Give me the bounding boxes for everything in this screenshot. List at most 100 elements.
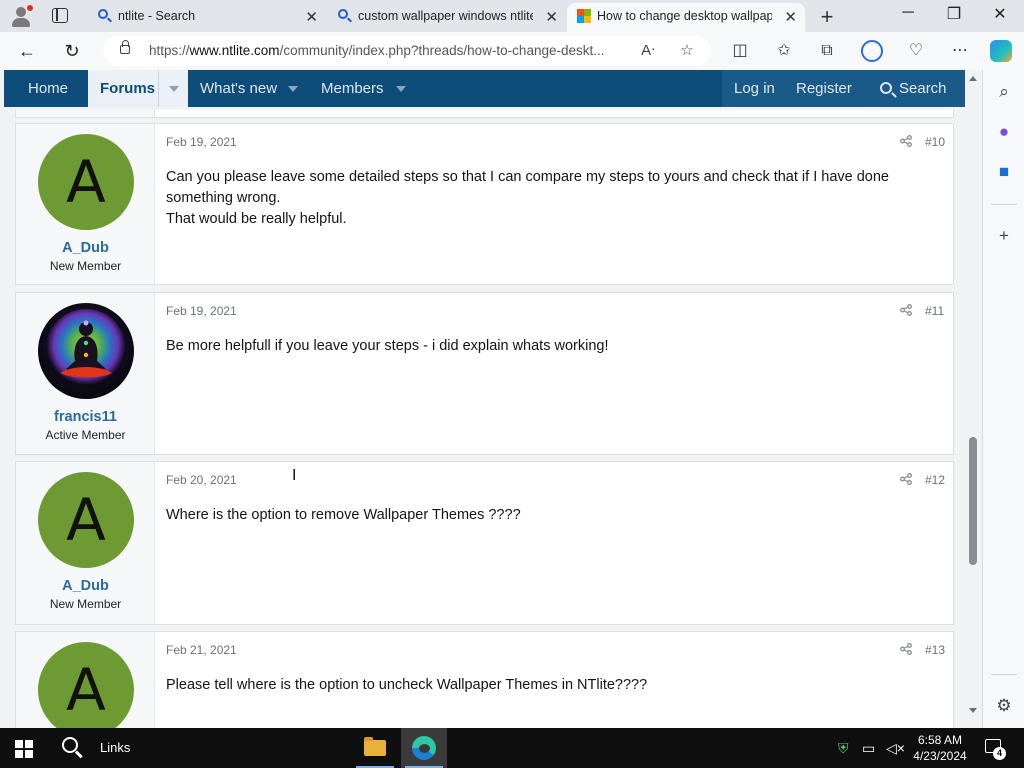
nav-whats-new[interactable]: What's new bbox=[200, 80, 277, 97]
close-window-button[interactable]: ✕ bbox=[990, 4, 1010, 24]
forums-dropdown-toggle[interactable] bbox=[158, 70, 188, 107]
tab-custom-wallpaper[interactable]: custom wallpaper windows ntlite ✕ bbox=[328, 3, 566, 32]
avatar[interactable]: A bbox=[38, 642, 134, 728]
favorite-star-icon[interactable]: ☆ bbox=[677, 41, 697, 61]
back-button[interactable]: ← bbox=[16, 40, 38, 62]
nav-user-area: Log in Register Search bbox=[722, 70, 965, 107]
restore-button[interactable]: ❐ bbox=[944, 4, 964, 24]
collections-icon[interactable]: ⧉ bbox=[816, 40, 838, 62]
download-icon[interactable] bbox=[861, 40, 883, 62]
page-scrollbar[interactable] bbox=[965, 70, 982, 728]
post-user-title: Active Member bbox=[45, 428, 126, 442]
previous-post-edge bbox=[15, 110, 954, 118]
post-11: francis11 Active Member Feb 19, 2021 #11… bbox=[15, 292, 954, 455]
post-user-title: New Member bbox=[49, 259, 122, 273]
lock-icon[interactable] bbox=[120, 40, 130, 54]
split-screen-icon[interactable]: ◫ bbox=[729, 40, 751, 62]
post-date[interactable]: Feb 20, 2021 bbox=[166, 473, 237, 487]
post-body: Where is the option to remove Wallpaper … bbox=[166, 507, 521, 523]
browser-toolbar: ← ↻ https://www.ntlite.com/community/ind… bbox=[0, 32, 1024, 70]
post-username[interactable]: A_Dub bbox=[16, 240, 155, 256]
links-toolbar[interactable]: Links bbox=[100, 740, 130, 755]
volume-muted-icon[interactable]: ◁× bbox=[886, 740, 905, 757]
share-icon[interactable] bbox=[900, 304, 912, 316]
windows-taskbar: Links ⛨ ▭ ◁× 6:58 AM 4/23/2024 4 bbox=[0, 728, 1024, 768]
system-clock[interactable]: 6:58 AM 4/23/2024 bbox=[908, 732, 972, 764]
tab-ntlite-search[interactable]: ntlite - Search ✕ bbox=[88, 3, 326, 32]
post-username[interactable]: francis11 bbox=[16, 409, 155, 425]
refresh-button[interactable]: ↻ bbox=[61, 40, 83, 62]
close-tab-icon[interactable]: ✕ bbox=[545, 8, 558, 26]
tab-actions-icon[interactable] bbox=[52, 8, 68, 23]
avatar[interactable] bbox=[38, 303, 134, 399]
more-menu-icon[interactable]: ⋯ bbox=[949, 40, 971, 62]
post-date[interactable]: Feb 19, 2021 bbox=[166, 135, 237, 149]
post-user-pane: A bbox=[16, 632, 155, 728]
post-number[interactable]: #11 bbox=[925, 304, 944, 318]
minimize-button[interactable]: ─ bbox=[898, 4, 918, 22]
performance-icon[interactable]: ♡ bbox=[905, 40, 927, 62]
copilot-icon[interactable] bbox=[990, 40, 1012, 62]
chevron-down-icon bbox=[169, 86, 179, 92]
post-body: Please tell where is the option to unche… bbox=[166, 677, 648, 693]
login-link[interactable]: Log in bbox=[734, 80, 775, 97]
chevron-down-icon[interactable] bbox=[288, 86, 298, 92]
post-body: Be more helpfull if you leave your steps… bbox=[166, 338, 609, 354]
nav-forums[interactable]: Forums bbox=[88, 70, 188, 107]
text-cursor: I bbox=[292, 467, 297, 484]
search-icon bbox=[98, 9, 108, 19]
share-icon[interactable] bbox=[900, 643, 912, 655]
add-icon[interactable]: + bbox=[994, 226, 1014, 246]
close-tab-icon[interactable]: ✕ bbox=[305, 8, 318, 26]
read-aloud-icon[interactable]: Aᐧ bbox=[638, 41, 658, 61]
scroll-up-icon[interactable] bbox=[969, 76, 977, 81]
file-explorer-button[interactable] bbox=[352, 728, 398, 768]
profile-icon[interactable] bbox=[10, 5, 33, 28]
share-icon[interactable] bbox=[900, 135, 912, 147]
address-bar[interactable]: https://www.ntlite.com/community/index.p… bbox=[103, 36, 711, 66]
tab-strip: ntlite - Search ✕ custom wallpaper windo… bbox=[0, 0, 1024, 32]
edge-icon bbox=[412, 736, 436, 760]
post-user-pane: A A_Dub New Member bbox=[16, 124, 155, 284]
notification-count: 4 bbox=[993, 747, 1006, 760]
post-13: A Feb 21, 2021 #13 Please tell where is … bbox=[15, 631, 954, 728]
nav-home[interactable]: Home bbox=[28, 80, 68, 97]
search-icon[interactable] bbox=[62, 737, 84, 759]
close-tab-icon[interactable]: ✕ bbox=[784, 8, 797, 26]
search-icon bbox=[338, 9, 348, 19]
post-body: Can you please leave some detailed steps… bbox=[166, 169, 889, 227]
post-number[interactable]: #13 bbox=[925, 643, 945, 657]
scrollbar-thumb[interactable] bbox=[969, 437, 977, 565]
search-link[interactable]: Search bbox=[880, 80, 947, 97]
search-icon[interactable]: ⌕ bbox=[994, 82, 1014, 102]
register-link[interactable]: Register bbox=[796, 80, 852, 97]
post-user-pane: A A_Dub New Member bbox=[16, 462, 155, 624]
post-username[interactable]: A_Dub bbox=[16, 578, 155, 594]
scroll-down-icon[interactable] bbox=[969, 708, 977, 713]
edge-taskbar-button[interactable] bbox=[401, 728, 447, 768]
avatar[interactable]: A bbox=[38, 472, 134, 568]
avatar[interactable]: A bbox=[38, 134, 134, 230]
chevron-down-icon[interactable] bbox=[396, 86, 406, 92]
tab-how-to-change-wallpaper[interactable]: How to change desktop wallpaper ✕ bbox=[567, 3, 805, 32]
copilot-sidebar-icon[interactable]: ● bbox=[994, 122, 1014, 142]
security-shield-icon[interactable]: ⛨ bbox=[838, 740, 849, 757]
post-10: A A_Dub New Member Feb 19, 2021 #10 Can … bbox=[15, 123, 954, 285]
network-icon[interactable]: ▭ bbox=[862, 740, 875, 757]
share-icon[interactable] bbox=[900, 473, 912, 485]
post-number[interactable]: #12 bbox=[925, 473, 945, 487]
url-text[interactable]: https://www.ntlite.com/community/index.p… bbox=[149, 43, 629, 58]
new-tab-button[interactable]: + bbox=[816, 4, 838, 30]
windows-start-icon[interactable] bbox=[15, 740, 33, 758]
settings-gear-icon[interactable]: ⚙ bbox=[994, 696, 1014, 716]
outlook-icon[interactable]: ■ bbox=[994, 162, 1014, 182]
post-date[interactable]: Feb 21, 2021 bbox=[166, 643, 237, 657]
favorites-icon[interactable]: ✩ bbox=[773, 40, 795, 62]
post-number[interactable]: #10 bbox=[925, 135, 945, 149]
web-page: Home Forums What's new Members Log in Re… bbox=[0, 70, 982, 728]
search-icon bbox=[880, 82, 892, 94]
nav-members[interactable]: Members bbox=[321, 80, 384, 97]
post-date[interactable]: Feb 19, 2021 bbox=[166, 304, 237, 318]
post-12: A A_Dub New Member Feb 20, 2021 #12 Wher… bbox=[15, 461, 954, 625]
post-user-pane: francis11 Active Member bbox=[16, 293, 155, 454]
